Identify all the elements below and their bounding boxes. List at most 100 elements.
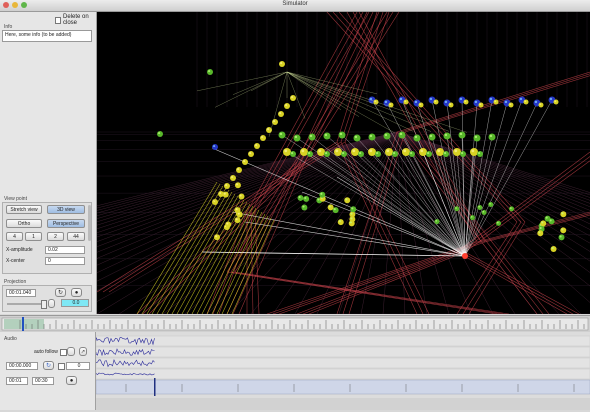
audio-tracks[interactable]	[95, 332, 590, 410]
sphere	[481, 209, 487, 215]
sphere	[368, 148, 376, 156]
perspective-button[interactable]: Perspective	[47, 219, 85, 228]
view-1-button[interactable]: 1	[25, 232, 42, 241]
sphere-highlight	[384, 100, 388, 104]
record-icon: ●	[74, 290, 79, 296]
sphere-highlight	[444, 152, 447, 155]
sphere-highlight	[489, 97, 493, 101]
sphere-highlight	[376, 152, 379, 155]
x-amplitude-field[interactable]: 0.02	[45, 246, 85, 254]
sphere-highlight	[474, 100, 478, 104]
audio-record-button[interactable]: ●	[66, 376, 77, 385]
checkbox-box[interactable]	[55, 16, 61, 24]
sphere	[234, 182, 241, 189]
sphere	[353, 134, 361, 142]
sphere	[488, 202, 494, 208]
sphere	[234, 217, 241, 224]
projection-toggle[interactable]	[48, 299, 55, 308]
auto-follow-checkbox[interactable]	[60, 349, 67, 356]
projection-loop-button[interactable]: ↻	[55, 288, 66, 297]
audio-track	[95, 335, 590, 347]
audio-end-field[interactable]: 00:30	[32, 377, 54, 385]
sphere	[538, 102, 544, 108]
sphere	[477, 205, 483, 211]
sphere-highlight	[541, 221, 544, 224]
sphere-highlight	[539, 227, 542, 230]
viewpoint-slider[interactable]	[88, 205, 91, 241]
audio-time-field[interactable]: 00:00.000	[6, 362, 38, 370]
sphere-highlight	[349, 221, 352, 224]
sphere-highlight	[471, 149, 475, 153]
delete-on-close-checkbox[interactable]: Delete on close	[55, 14, 96, 26]
sphere-highlight	[359, 152, 362, 155]
sphere	[222, 191, 229, 198]
red-ray	[250, 211, 254, 314]
sphere-highlight	[235, 218, 238, 221]
sphere-highlight	[301, 149, 305, 153]
ortho-button[interactable]: Ortho	[6, 219, 42, 228]
sphere-highlight	[470, 216, 473, 218]
sphere-highlight	[538, 231, 541, 234]
sphere-highlight	[298, 195, 301, 199]
sphere	[458, 131, 466, 139]
sphere-highlight	[419, 103, 422, 106]
audio-arrow-button[interactable]: ↗	[79, 347, 87, 356]
timeline-ruler-ticks[interactable]	[0, 316, 590, 332]
sphere-highlight	[309, 134, 313, 138]
audio-checkbox[interactable]	[58, 363, 65, 370]
sphere	[478, 102, 484, 108]
sphere	[488, 133, 496, 141]
sphere	[284, 103, 290, 109]
sphere	[477, 151, 483, 157]
sphere-highlight	[280, 62, 283, 65]
sphere	[337, 219, 344, 226]
sphere-highlight	[352, 149, 356, 153]
3d-scene[interactable]	[97, 12, 590, 314]
audio-loop-button[interactable]: ↻	[43, 361, 54, 370]
projection-slider[interactable]	[7, 300, 47, 309]
sphere	[344, 197, 351, 204]
fan-line	[250, 71, 288, 92]
projection-time-field[interactable]: 00:01.040	[6, 289, 36, 297]
timeline-ruler[interactable]	[0, 315, 590, 333]
audio-timeline-bar	[95, 379, 590, 395]
audio-start-field[interactable]: 00:01	[6, 377, 28, 385]
fan-line	[286, 71, 450, 132]
sphere-highlight	[393, 152, 396, 155]
sphere-highlight	[339, 132, 343, 136]
sphere-highlight	[427, 152, 430, 155]
sphere	[560, 211, 567, 218]
sphere	[297, 194, 304, 201]
slider-thumb[interactable]	[41, 300, 47, 309]
sphere-highlight	[261, 136, 264, 139]
sphere-highlight	[429, 134, 433, 138]
sphere-highlight	[389, 103, 392, 106]
3d-viewport[interactable]	[97, 12, 590, 314]
projection-record-button[interactable]: ●	[71, 288, 82, 297]
sphere	[214, 234, 221, 241]
sphere	[436, 148, 444, 156]
sphere	[278, 111, 284, 117]
sphere-highlight	[404, 100, 407, 103]
sphere	[508, 102, 514, 108]
sphere-highlight	[444, 133, 448, 137]
x-center-field[interactable]: 0	[45, 257, 85, 265]
sphere	[433, 99, 439, 105]
view-4-button[interactable]: 4	[6, 232, 23, 241]
sphere	[254, 143, 260, 149]
projection-value-field[interactable]: 0.0	[61, 299, 89, 307]
sphere	[293, 134, 301, 142]
audio-panel: Audio auto follow ↗ 00:00.000 ↻ 0 00:01 …	[0, 332, 96, 410]
3d-view-button[interactable]: 3D view	[47, 205, 85, 214]
sphere-highlight	[294, 135, 298, 139]
audio-waveforms[interactable]	[95, 332, 590, 410]
audio-mute-button[interactable]	[67, 347, 75, 356]
sphere	[283, 148, 291, 156]
audio-counter-field[interactable]: 0	[66, 362, 90, 370]
view-2-button[interactable]: 2	[47, 232, 64, 241]
view-44-button[interactable]: 44	[67, 232, 85, 241]
sphere-highlight	[208, 70, 211, 73]
stretch-view-button[interactable]: Stretch view	[6, 205, 42, 214]
sphere-highlight	[317, 198, 320, 201]
sphere	[290, 151, 296, 157]
